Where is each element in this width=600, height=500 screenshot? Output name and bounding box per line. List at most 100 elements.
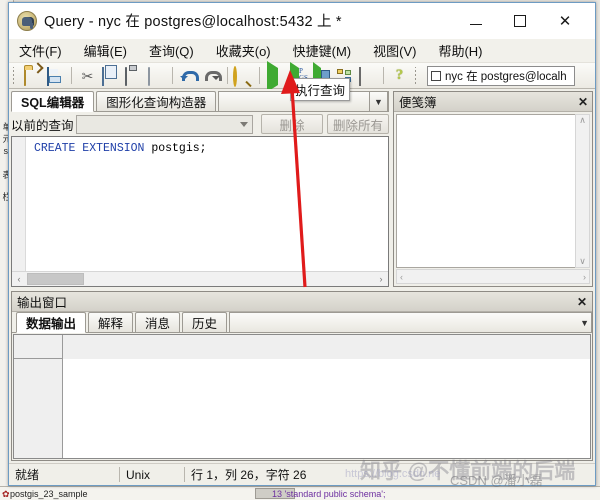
stop-button[interactable] [356, 65, 379, 87]
scroll-down-icon[interactable]: ∨ [579, 256, 586, 267]
toolbar-grip-connection[interactable] [413, 66, 420, 85]
grid-corner-cell[interactable] [14, 335, 63, 359]
menu-item-file[interactable]: 文件(F) [19, 41, 62, 60]
scroll-left-icon[interactable]: ‹ [12, 274, 26, 284]
save-file-button[interactable] [44, 65, 67, 87]
output-window-title: 输出窗口 [17, 296, 68, 310]
minimize-icon [470, 23, 482, 25]
connection-checkbox-icon [431, 70, 441, 81]
tab-data-output[interactable]: 数据输出 [16, 312, 87, 333]
menu-item-view[interactable]: 视图(V) [373, 41, 416, 60]
maximize-icon [514, 15, 526, 27]
menu-item-edit[interactable]: 编辑(E) [84, 41, 127, 60]
paste-button[interactable] [122, 65, 145, 87]
data-output-grid[interactable] [13, 334, 591, 459]
sql-editor-text[interactable]: CREATE EXTENSION postgis; [26, 137, 388, 271]
toolbar-separator [71, 67, 72, 84]
scratch-pad-titlebar: 便笺簿 ✕ [394, 92, 592, 112]
tab-history[interactable]: 历史 [182, 312, 228, 332]
grid-body [14, 359, 590, 458]
scratch-pad-title: 便笺簿 [399, 96, 437, 110]
grid-header-empty [63, 335, 590, 359]
toolbar-separator [172, 67, 173, 84]
open-file-icon [24, 66, 26, 86]
scratch-pad-panel: 便笺簿 ✕ ∧ ∨ ‹ › [393, 91, 593, 287]
connection-label: nyc 在 postgres@localh [445, 70, 567, 83]
scratch-pad-textarea[interactable] [396, 114, 575, 268]
output-window-close-icon[interactable]: ✕ [577, 295, 587, 309]
grid-row-header-column [14, 359, 63, 458]
background-tree-item: postgis_23_sample [10, 489, 88, 499]
previous-query-combo[interactable] [75, 114, 253, 134]
scroll-right-icon[interactable]: › [583, 272, 586, 282]
cut-icon: ✂ [81, 67, 94, 84]
execute-query-tooltip: 执行查询 [290, 78, 351, 101]
tab-graphical-query-builder[interactable]: 图形化查询构造器 [96, 91, 217, 111]
editor-pane: SQL编辑器 图形化查询构造器 ▼ 以前的查询 删除 删除所有 CREATE E… [11, 91, 389, 287]
status-state: 就绪 [15, 468, 40, 482]
toolbar-grip[interactable] [11, 66, 18, 85]
clear-window-icon [148, 66, 150, 86]
clear-window-button[interactable] [145, 65, 168, 87]
cut-button[interactable]: ✂ [76, 65, 99, 87]
menu-item-favorites[interactable]: 收藏夹(o) [216, 41, 271, 60]
tab-explain[interactable]: 解释 [88, 312, 134, 332]
redo-button[interactable] [200, 65, 223, 87]
toolbar-separator [227, 67, 228, 84]
paste-icon [125, 66, 127, 86]
content-area: SQL编辑器 图形化查询构造器 ▼ 以前的查询 删除 删除所有 CREATE E… [9, 89, 595, 463]
scroll-left-icon[interactable]: ‹ [400, 272, 403, 282]
tabstrip-dropdown-icon[interactable]: ▼ [369, 91, 388, 111]
delete-button[interactable]: 删除 [261, 114, 323, 134]
scroll-up-icon[interactable]: ∧ [579, 115, 586, 126]
stop-icon [359, 66, 361, 86]
copy-icon [102, 66, 104, 86]
background-tree-icon: ✿ [2, 489, 10, 499]
background-code-line: 13 'standard public schema'; [272, 489, 386, 499]
postgresql-elephant-icon [17, 10, 37, 31]
close-button[interactable]: ✕ [543, 3, 587, 39]
menu-item-help[interactable]: 帮助(H) [438, 41, 482, 60]
status-cursor-position: 行 1，列 26，字符 26 [191, 468, 307, 482]
minimize-button[interactable] [454, 3, 498, 39]
execute-query-button[interactable] [264, 60, 287, 92]
tab-sql-editor[interactable]: SQL编辑器 [11, 91, 95, 112]
help-button[interactable]: ? [388, 65, 411, 87]
background-bottom-strip: ✿ postgis_23_sample 13 'standard public … [0, 486, 600, 500]
grid-cells-area[interactable] [63, 359, 590, 458]
status-bar: 就绪 Unix 行 1，列 26，字符 26 [9, 463, 595, 485]
open-file-button[interactable] [21, 65, 44, 87]
sql-editor-body[interactable]: CREATE EXTENSION postgis; [12, 137, 388, 271]
menu-item-query[interactable]: 查询(Q) [149, 41, 194, 60]
connection-selector[interactable]: nyc 在 postgres@localh [427, 65, 575, 86]
sql-keyword: CREATE EXTENSION [34, 142, 145, 155]
sql-editor-gutter [12, 137, 26, 271]
output-tabstrip: 数据输出 解释 消息 历史 ▼ [12, 312, 592, 333]
output-window-titlebar: 输出窗口 ✕ [12, 292, 592, 312]
sql-editor-hscroll-thumb[interactable] [27, 273, 84, 285]
save-file-icon [47, 66, 49, 86]
undo-button[interactable] [177, 65, 200, 87]
scratch-pad-inner: ∧ ∨ [396, 114, 590, 268]
sql-editor[interactable]: CREATE EXTENSION postgis; ‹ › [11, 136, 389, 287]
upper-panes: SQL编辑器 图形化查询构造器 ▼ 以前的查询 删除 删除所有 CREATE E… [11, 91, 593, 287]
find-replace-button[interactable] [232, 65, 255, 87]
chevron-down-icon [240, 121, 248, 127]
output-tabstrip-dropdown-icon[interactable]: ▼ [580, 318, 589, 328]
maximize-button[interactable] [498, 3, 542, 39]
scratch-pad-vscrollbar[interactable]: ∧ ∨ [575, 114, 590, 268]
find-replace-icon [233, 65, 237, 87]
menu-item-macros[interactable]: 快捷键(M) [293, 41, 352, 60]
delete-all-button[interactable]: 删除所有 [327, 114, 389, 134]
status-line-ending: Unix [126, 467, 151, 482]
menu-bar: 文件(F) 编辑(E) 查询(Q) 收藏夹(o) 快捷键(M) 视图(V) 帮助… [9, 39, 595, 63]
copy-button[interactable] [99, 65, 122, 87]
scratch-pad-body: ∧ ∨ ‹ › [394, 112, 592, 286]
sql-editor-hscrollbar[interactable]: ‹ › [12, 271, 388, 286]
tab-messages[interactable]: 消息 [135, 312, 181, 332]
scratch-pad-hscrollbar[interactable]: ‹ › [396, 269, 590, 284]
sql-rest: postgis; [144, 142, 207, 155]
scratch-pad-close-icon[interactable]: ✕ [578, 95, 588, 109]
scroll-right-icon[interactable]: › [374, 274, 388, 284]
output-window: 输出窗口 ✕ 数据输出 解释 消息 历史 ▼ [11, 291, 593, 461]
